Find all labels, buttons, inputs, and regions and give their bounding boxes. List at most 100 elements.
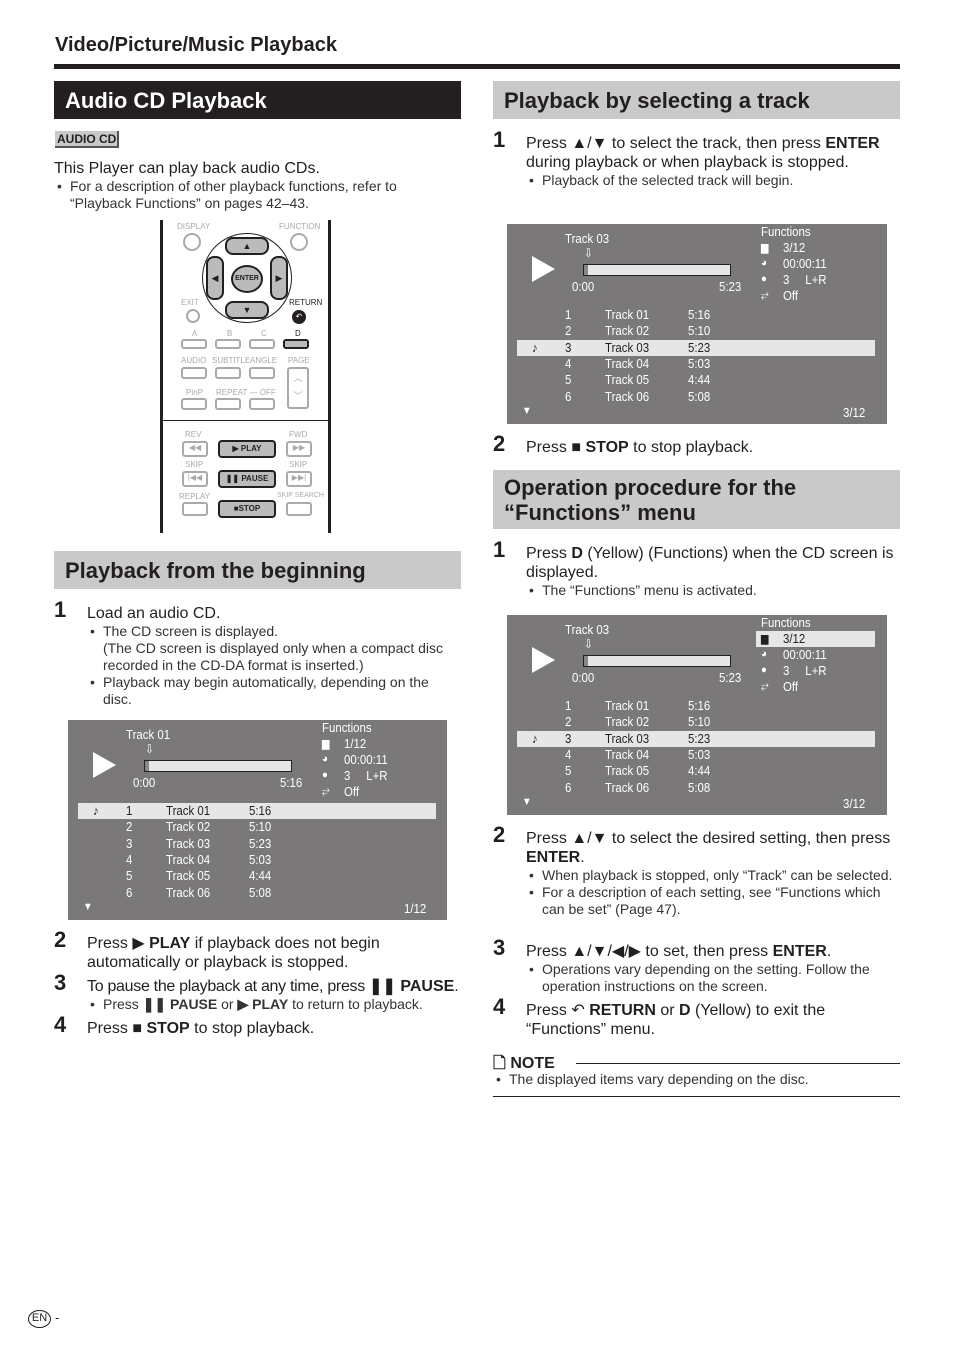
rev-button: ◀◀ xyxy=(182,441,208,457)
track-number: 2 xyxy=(565,323,572,339)
stop-keyword: ■ STOP xyxy=(132,1020,190,1037)
skip-forward-button: ▶▶| xyxy=(286,471,312,487)
bullet: When playback is stopped, only “Track” c… xyxy=(526,867,896,884)
b-label: B xyxy=(227,329,233,338)
track-number: 5 xyxy=(565,763,572,779)
header-rule xyxy=(54,64,900,69)
beginning-step-4: 4 Press ■ STOP to stop playback. xyxy=(54,1014,457,1038)
bullet: Playback may begin automatically, depend… xyxy=(87,674,457,708)
page-indicator: 3/12 xyxy=(843,405,866,420)
return-icon: ↶ xyxy=(292,310,306,324)
track-name: Track 06 xyxy=(605,779,650,795)
play-icon xyxy=(93,752,116,778)
c-button xyxy=(249,339,275,349)
step-text: Press ▲/▼/◀/▶ to set, then press xyxy=(526,943,773,960)
track-number: 6 xyxy=(565,388,572,404)
music-note-icon: ♪ xyxy=(532,339,538,355)
step-text: or xyxy=(655,1002,679,1019)
scroll-down-icon: ▼ xyxy=(522,405,532,417)
step-number: 3 xyxy=(54,970,67,995)
a-label: A xyxy=(192,329,198,338)
title-icon: ▆ xyxy=(761,633,769,645)
track-title: Track 01 xyxy=(126,727,171,742)
step-number: 1 xyxy=(54,597,67,622)
step-number: 2 xyxy=(54,927,67,952)
pinp-button xyxy=(181,398,207,410)
beginning-step-3: 3 To pause the playback at any time, pre… xyxy=(54,972,462,1014)
enter-button: ENTER xyxy=(231,265,263,293)
display-label: DISPLAY xyxy=(177,222,211,231)
bullet: The CD screen is displayed. xyxy=(87,623,457,640)
step-text: Press ↶ xyxy=(526,1002,590,1019)
track-time: 5:10 xyxy=(688,714,711,730)
stop-button: ■STOP xyxy=(218,500,276,518)
page-button: ︿ ﹀ xyxy=(287,367,309,409)
track-number: 4 xyxy=(565,746,572,762)
note-title: NOTE xyxy=(510,1055,555,1072)
step-text: to stop playback. xyxy=(189,1020,315,1037)
intro: This Player can play back audio CDs. For… xyxy=(54,159,454,212)
track-name: Track 06 xyxy=(166,884,211,900)
d-keyword: D xyxy=(679,1002,691,1019)
functions-highlight xyxy=(756,631,875,647)
track-time: 5:16 xyxy=(688,307,711,322)
position-arrow-icon: ⇩ xyxy=(145,742,154,756)
track-name: Track 03 xyxy=(605,730,650,746)
play-keyword: PLAY xyxy=(149,935,191,952)
step-number: 1 xyxy=(493,537,506,562)
audio-button xyxy=(181,367,207,379)
function-value: 00:00:11 xyxy=(783,647,827,662)
select-track-heading: Playback by selecting a track xyxy=(493,81,900,119)
track-time: 5:10 xyxy=(688,323,711,339)
select-step-2: 2 Press ■ STOP to stop playback. xyxy=(493,433,896,457)
up-arrow-icon: ▲ xyxy=(225,237,269,255)
bullet-text: or xyxy=(217,996,238,1012)
progress-bar xyxy=(144,760,292,772)
subtitle-label: SUBTITLE xyxy=(212,356,251,365)
track-name: Track 02 xyxy=(605,714,650,730)
track-number: 2 xyxy=(126,819,133,835)
note-rule xyxy=(576,1063,900,1064)
repeat-icon: ⥂ xyxy=(761,680,769,692)
start-time: 0:00 xyxy=(572,670,595,685)
track-number: 5 xyxy=(565,372,572,388)
track-name: Track 06 xyxy=(605,388,650,404)
pause-button: ❚❚ PAUSE xyxy=(218,470,276,488)
track-time: 5:23 xyxy=(249,835,272,851)
repeat-icon: ⥂ xyxy=(761,289,769,301)
track-name: Track 05 xyxy=(166,868,211,884)
audio-cd-badge: AUDIO CD xyxy=(55,131,119,148)
play-icon xyxy=(532,256,555,282)
beginning-step-1: 1 Load an audio CD. The CD screen is dis… xyxy=(54,599,457,708)
track-time: 5:03 xyxy=(688,355,711,371)
bullet: Operations vary depending on the setting… xyxy=(526,961,898,995)
replay-label: REPLAY xyxy=(179,492,210,501)
music-note-icon: ♪ xyxy=(532,730,538,746)
end-time: 5:23 xyxy=(719,279,742,294)
functions-step-3: 3 Press ▲/▼/◀/▶ to set, then press ENTER… xyxy=(493,937,898,995)
repeat-icon: ⥂ xyxy=(322,785,330,797)
fwd-button: ▶▶ xyxy=(286,441,312,457)
skip-forward-label: SKIP xyxy=(289,460,308,469)
page-label: PAGE xyxy=(288,356,310,365)
pause-keyword: ❚❚ PAUSE xyxy=(369,978,455,995)
cd-screen-functions-active: Track 03 ⇩ 0:00 5:23 Functions ▆ 3/12 ◕ 00:00:11… xyxy=(507,615,887,815)
step-text: Press ▲/▼ to select the desired setting,… xyxy=(526,830,891,847)
function-value: 3 L+R xyxy=(783,272,827,287)
track-time: 5:03 xyxy=(688,746,711,762)
track-name: Track 04 xyxy=(166,851,211,867)
track-number: 1 xyxy=(565,307,572,322)
track-name: Track 03 xyxy=(166,835,211,851)
beginning-step-2: 2 Press ▶ PLAY if playback does not begi… xyxy=(54,929,457,972)
a-button xyxy=(181,339,207,349)
step-text: . xyxy=(454,978,459,995)
title-icon: ▆ xyxy=(761,242,769,254)
track-name: Track 05 xyxy=(605,763,650,779)
music-note-icon: ♪ xyxy=(93,803,99,818)
select-step-1: 1 Press ▲/▼ to select the track, then pr… xyxy=(493,129,898,190)
clock-icon: ◕ xyxy=(322,753,328,765)
function-value: 3 L+R xyxy=(344,768,388,783)
function-value: 00:00:11 xyxy=(783,256,827,271)
replay-button xyxy=(182,502,208,516)
track-number: 4 xyxy=(126,851,133,867)
